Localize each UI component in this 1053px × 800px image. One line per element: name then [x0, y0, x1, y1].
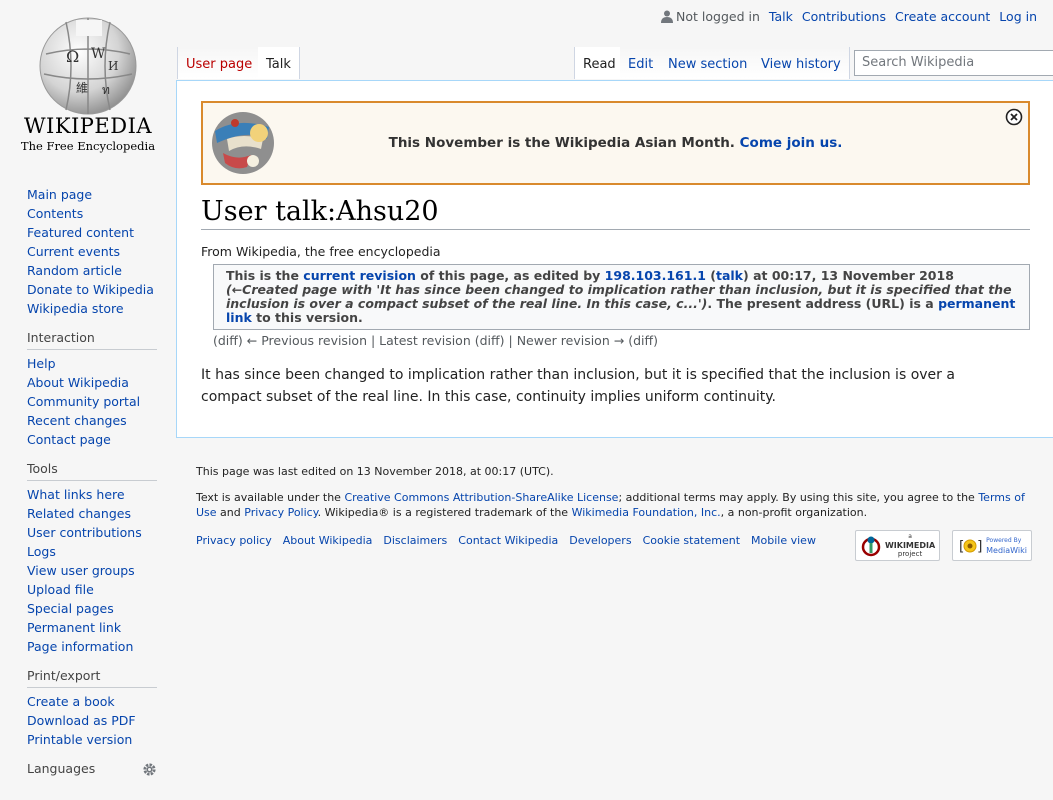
sidebar-item-view-user-groups[interactable]: View user groups — [27, 561, 157, 580]
previous-revision: ← Previous revision — [246, 333, 367, 348]
sidebar-item-contents[interactable]: Contents — [27, 204, 157, 223]
banner-join-link[interactable]: Come join us. — [740, 135, 843, 151]
privacy-policy-link[interactable]: Privacy Policy — [244, 506, 317, 519]
tab-read[interactable]: Read — [574, 47, 625, 79]
license-text: Text is available under the Creative Com… — [196, 491, 1025, 519]
page-title: User talk:Ahsu20 — [201, 196, 1030, 230]
svg-text:ท: ท — [102, 83, 110, 97]
interaction-heading: Interaction — [27, 330, 157, 350]
footer-link-mobile-view[interactable]: Mobile view — [751, 534, 816, 547]
sidebar-item-user-contributions[interactable]: User contributions — [27, 523, 157, 542]
current-revision-link[interactable]: current revision — [303, 268, 416, 283]
create-account-link[interactable]: Create account — [895, 9, 990, 24]
sidebar-interaction: Interaction Help About Wikipedia Community… — [27, 330, 157, 449]
sidebar-item-special-pages[interactable]: Special pages — [27, 599, 157, 618]
sidebar: Main page Contents Featured content Current… — [27, 185, 157, 792]
search-placeholder: Search Wikipedia — [862, 55, 975, 70]
sidebar-item-community-portal[interactable]: Community portal — [27, 392, 157, 411]
wikimedia-foundation-link[interactable]: Wikimedia Foundation, Inc. — [572, 506, 721, 519]
footer-link-contact-wikipedia[interactable]: Contact Wikipedia — [458, 534, 558, 547]
user-icon — [661, 10, 674, 23]
wikimedia-project-badge[interactable]: a WIKIMEDIA project — [854, 530, 941, 561]
wikipedia-globe-logo-icon: Ω W И 維 ท — [39, 17, 137, 115]
last-edited: This page was last edited on 13 November… — [196, 465, 554, 478]
site-subtitle: From Wikipedia, the free encyclopedia — [201, 244, 441, 259]
talk-link[interactable]: Talk — [769, 9, 793, 24]
editor-talk-link[interactable]: talk — [716, 268, 743, 283]
sidebar-item-random-article[interactable]: Random article — [27, 261, 157, 280]
sidebar-item-create-a-book[interactable]: Create a book — [27, 692, 157, 711]
sidebar-item-what-links-here[interactable]: What links here — [27, 485, 157, 504]
diff-label: (diff) — [628, 333, 658, 348]
svg-text:W: W — [91, 46, 106, 62]
contributions-link[interactable]: Contributions — [802, 9, 886, 24]
wikimedia-logo-icon — [861, 536, 881, 556]
tab-edit[interactable]: Edit — [620, 47, 663, 79]
footer-link-developers[interactable]: Developers — [569, 534, 631, 547]
mediawiki-logo-icon: [ ] — [957, 539, 983, 555]
editor-ip-link[interactable]: 198.103.161.1 — [605, 268, 706, 283]
sidebar-item-permanent-link[interactable]: Permanent link — [27, 618, 157, 637]
footer-link-about-wikipedia[interactable]: About Wikipedia — [283, 534, 373, 547]
tab-user-page[interactable]: User page — [177, 47, 262, 79]
sidebar-item-logs[interactable]: Logs — [27, 542, 157, 561]
powered-by-mediawiki-badge[interactable]: [ ] Powered By MediaWiki — [952, 530, 1032, 561]
sidebar-item-help[interactable]: Help — [27, 354, 157, 373]
languages-heading: Languages — [27, 761, 157, 780]
main-content: This November is the Wikipedia Asian Mon… — [176, 80, 1053, 438]
sidebar-item-download-as-pdf[interactable]: Download as PDF — [27, 711, 157, 730]
not-logged-in: Not logged in — [661, 9, 760, 24]
tools-heading: Tools — [27, 461, 157, 481]
wikipedia-tagline: The Free Encyclopedia — [20, 139, 156, 153]
sidebar-item-upload-file[interactable]: Upload file — [27, 580, 157, 599]
svg-text:И: И — [108, 59, 118, 73]
svg-text:維: 維 — [76, 81, 88, 95]
sidebar-item-contact-page[interactable]: Contact page — [27, 430, 157, 449]
sidebar-navigation: Main page Contents Featured content Current… — [27, 185, 157, 318]
diff-label: (diff) — [474, 333, 505, 348]
tab-new-section[interactable]: New section — [660, 47, 757, 79]
svg-text:]: ] — [976, 539, 983, 555]
sidebar-item-current-events[interactable]: Current events — [27, 242, 157, 261]
sidebar-print-export: Print/export Create a book Download as PD… — [27, 668, 157, 749]
wikipedia-wordmark: Wikipedia — [23, 114, 153, 138]
footer-link-privacy-policy[interactable]: Privacy policy — [196, 534, 272, 547]
sidebar-item-about-wikipedia[interactable]: About Wikipedia — [27, 373, 157, 392]
sidebar-item-featured-content[interactable]: Featured content — [27, 223, 157, 242]
page-body-text: It has since been changed to implication… — [201, 367, 955, 405]
sidebar-item-printable-version[interactable]: Printable version — [27, 730, 157, 749]
footer: This page was last edited on 13 November… — [196, 464, 1036, 561]
revision-info-box: This is the current revision of this pag… — [213, 264, 1030, 330]
close-icon[interactable] — [1005, 108, 1023, 126]
sidebar-item-recent-changes[interactable]: Recent changes — [27, 411, 157, 430]
svg-text:Ω: Ω — [66, 47, 79, 66]
banner-message: This November is the Wikipedia Asian Mon… — [388, 135, 843, 151]
tab-talk[interactable]: Talk — [258, 47, 300, 79]
sidebar-item-wikipedia-store[interactable]: Wikipedia store — [27, 299, 157, 318]
sidebar-item-related-changes[interactable]: Related changes — [27, 504, 157, 523]
print-export-heading: Print/export — [27, 668, 157, 688]
footer-icons: a WIKIMEDIA project [ ] Powered By Media… — [854, 530, 1032, 561]
revision-navigation: (diff) ← Previous revision | Latest revi… — [213, 333, 658, 348]
footer-link-disclaimers[interactable]: Disclaimers — [383, 534, 447, 547]
footer-link-cookie-statement[interactable]: Cookie statement — [643, 534, 740, 547]
latest-revision: Latest revision — [379, 333, 471, 348]
tab-view-history[interactable]: View history — [753, 47, 850, 79]
log-in-link[interactable]: Log in — [999, 9, 1037, 24]
newer-revision: Newer revision → — [516, 333, 625, 348]
wikipedia-logo[interactable]: Ω W И 維 ท Wikipedia The Free Encyclopedi… — [0, 0, 176, 160]
sidebar-item-page-information[interactable]: Page information — [27, 637, 157, 656]
central-notice-banner: This November is the Wikipedia Asian Mon… — [201, 101, 1030, 185]
search-input[interactable]: Search Wikipedia — [854, 50, 1053, 76]
sidebar-item-donate-to-wikipedia[interactable]: Donate to Wikipedia — [27, 280, 157, 299]
sidebar-item-main-page[interactable]: Main page — [27, 185, 157, 204]
sidebar-languages: Languages — [27, 761, 157, 780]
sidebar-tools: Tools What links here Related changes User… — [27, 461, 157, 656]
personal-tools: Not logged in Talk Contributions Create … — [661, 9, 1037, 24]
cc-license-link[interactable]: Creative Commons Attribution-ShareAlike … — [344, 491, 618, 504]
gear-icon[interactable] — [142, 762, 157, 777]
diff-label: (diff) — [213, 333, 243, 348]
